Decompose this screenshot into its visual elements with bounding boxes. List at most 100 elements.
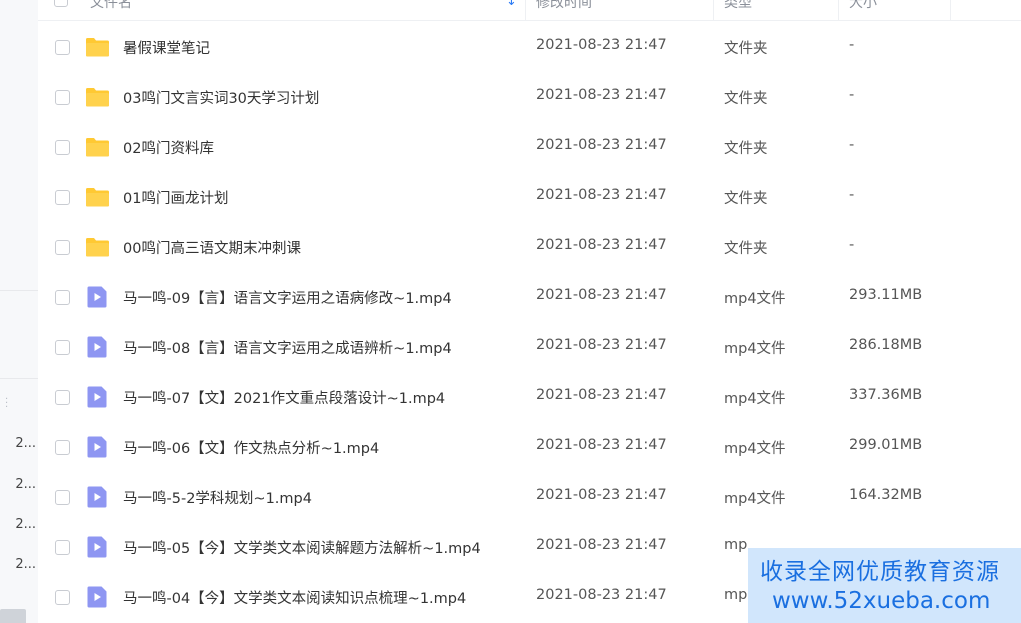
table-row[interactable]: 暑假课堂笔记 2021-08-23 21:47 文件夹 -: [38, 22, 1021, 72]
file-name[interactable]: 02鸣门资料库: [123, 137, 214, 158]
table-row[interactable]: 02鸣门资料库 2021-08-23 21:47 文件夹 -: [38, 122, 1021, 172]
file-size: -: [849, 137, 855, 153]
file-type: mp: [724, 587, 748, 603]
modified-time: 2021-08-23 21:47: [536, 537, 667, 553]
file-size: 293.11MB: [849, 287, 923, 303]
column-header-name[interactable]: 文件名: [90, 0, 132, 12]
table-row[interactable]: 马一鸣-08【言】语言文字运用之成语辨析~1.mp4 2021-08-23 21:…: [38, 322, 1021, 372]
file-name[interactable]: 马一鸣-09【言】语言文字运用之语病修改~1.mp4: [123, 287, 452, 308]
column-header-type[interactable]: 类型: [724, 0, 752, 12]
drag-handle-icon[interactable]: · · ·: [5, 395, 8, 413]
modified-time: 2021-08-23 21:47: [536, 487, 667, 503]
video-file-icon: [85, 486, 110, 508]
sidebar-item[interactable]: 2...: [0, 436, 36, 451]
file-type: mp4文件: [724, 291, 786, 307]
modified-time: 2021-08-23 21:47: [536, 387, 667, 403]
file-name[interactable]: 01鸣门画龙计划: [123, 187, 228, 208]
table-row[interactable]: 马一鸣-5-2学科规划~1.mp4 2021-08-23 21:47 mp4文件 16…: [38, 472, 1021, 522]
file-name[interactable]: 马一鸣-5-2学科规划~1.mp4: [123, 487, 312, 508]
modified-time: 2021-08-23 21:47: [536, 237, 667, 253]
watermark-line1: 收录全网优质教育资源: [760, 559, 1000, 585]
modified-time: 2021-08-23 21:47: [536, 87, 667, 103]
sidebar-item[interactable]: 2...: [0, 477, 36, 492]
modified-time: 2021-08-23 21:47: [536, 137, 667, 153]
table-row[interactable]: 01鸣门画龙计划 2021-08-23 21:47 文件夹 -: [38, 172, 1021, 222]
file-name[interactable]: 00鸣门高三语文期末冲刺课: [123, 237, 301, 258]
file-type: 文件夹: [724, 191, 768, 207]
folder-icon: [85, 36, 110, 58]
file-type: mp: [724, 537, 748, 553]
table-header: 文件名 ↓ 修改时间 类型 大小: [38, 0, 1021, 21]
video-file-icon: [85, 386, 110, 408]
file-name[interactable]: 03鸣门文言实词30天学习计划: [123, 87, 319, 108]
row-checkbox[interactable]: [55, 440, 70, 455]
watermark-line2: www.52xueba.com: [772, 588, 991, 614]
file-name[interactable]: 马一鸣-08【言】语言文字运用之成语辨析~1.mp4: [123, 337, 452, 358]
row-checkbox[interactable]: [55, 340, 70, 355]
video-file-icon: [85, 536, 110, 558]
video-file-icon: [85, 286, 110, 308]
sidebar-item[interactable]: 2...: [0, 557, 36, 572]
sidebar-divider: [0, 290, 38, 291]
file-name[interactable]: 暑假课堂笔记: [123, 37, 210, 58]
row-checkbox[interactable]: [55, 40, 70, 55]
modified-time: 2021-08-23 21:47: [536, 187, 667, 203]
modified-time: 2021-08-23 21:47: [536, 37, 667, 53]
modified-time: 2021-08-23 21:47: [536, 337, 667, 353]
file-type: 文件夹: [724, 241, 768, 257]
sidebar-item[interactable]: 2...: [0, 517, 36, 532]
file-name[interactable]: 马一鸣-06【文】作文热点分析~1.mp4: [123, 437, 379, 458]
row-checkbox[interactable]: [55, 290, 70, 305]
file-type: mp4文件: [724, 441, 786, 457]
video-file-icon: [85, 336, 110, 358]
file-size: 286.18MB: [849, 337, 923, 353]
folder-icon: [85, 236, 110, 258]
row-checkbox[interactable]: [55, 140, 70, 155]
file-type: mp4文件: [724, 391, 786, 407]
row-checkbox[interactable]: [55, 590, 70, 605]
folder-icon: [85, 186, 110, 208]
video-file-icon: [85, 436, 110, 458]
file-name[interactable]: 马一鸣-05【今】文学类文本阅读解题方法解析~1.mp4: [123, 537, 481, 558]
row-checkbox[interactable]: [55, 390, 70, 405]
file-size: 164.32MB: [849, 487, 923, 503]
row-checkbox[interactable]: [55, 90, 70, 105]
modified-time: 2021-08-23 21:47: [536, 437, 667, 453]
row-checkbox[interactable]: [55, 190, 70, 205]
file-size: -: [849, 187, 855, 203]
file-size: 299.01MB: [849, 437, 923, 453]
sidebar: · · · 2... 2... 2... 2...: [0, 0, 38, 623]
table-row[interactable]: 00鸣门高三语文期末冲刺课 2021-08-23 21:47 文件夹 -: [38, 222, 1021, 272]
watermark: 收录全网优质教育资源 www.52xueba.com: [748, 548, 1021, 623]
folder-icon: [85, 136, 110, 158]
file-name[interactable]: 马一鸣-04【今】文学类文本阅读知识点梳理~1.mp4: [123, 587, 466, 608]
column-header-modified[interactable]: 修改时间: [536, 0, 592, 12]
row-checkbox[interactable]: [55, 540, 70, 555]
video-file-icon: [85, 586, 110, 608]
folder-icon: [85, 86, 110, 108]
sort-down-icon[interactable]: ↓: [506, 0, 517, 9]
table-row[interactable]: 马一鸣-06【文】作文热点分析~1.mp4 2021-08-23 21:47 mp4…: [38, 422, 1021, 472]
table-row[interactable]: 马一鸣-09【言】语言文字运用之语病修改~1.mp4 2021-08-23 21:…: [38, 272, 1021, 322]
file-size: -: [849, 87, 855, 103]
row-checkbox[interactable]: [55, 490, 70, 505]
modified-time: 2021-08-23 21:47: [536, 587, 667, 603]
file-type: mp4文件: [724, 341, 786, 357]
sidebar-divider: [0, 378, 38, 379]
file-type: 文件夹: [724, 141, 768, 157]
row-checkbox[interactable]: [55, 240, 70, 255]
select-all-checkbox[interactable]: [54, 0, 68, 7]
file-size: -: [849, 237, 855, 253]
table-row[interactable]: 03鸣门文言实词30天学习计划 2021-08-23 21:47 文件夹 -: [38, 72, 1021, 122]
file-list: 文件名 ↓ 修改时间 类型 大小 暑假课堂笔记 2021-08-23 21:47 文…: [38, 0, 1021, 623]
column-header-size[interactable]: 大小: [849, 0, 877, 12]
file-type: 文件夹: [724, 41, 768, 57]
file-size: -: [849, 37, 855, 53]
sidebar-scrollbar[interactable]: [0, 609, 26, 623]
file-type: mp4文件: [724, 491, 786, 507]
modified-time: 2021-08-23 21:47: [536, 287, 667, 303]
file-size: 337.36MB: [849, 387, 923, 403]
file-type: 文件夹: [724, 91, 768, 107]
file-name[interactable]: 马一鸣-07【文】2021作文重点段落设计~1.mp4: [123, 387, 445, 408]
table-row[interactable]: 马一鸣-07【文】2021作文重点段落设计~1.mp4 2021-08-23 21…: [38, 372, 1021, 422]
